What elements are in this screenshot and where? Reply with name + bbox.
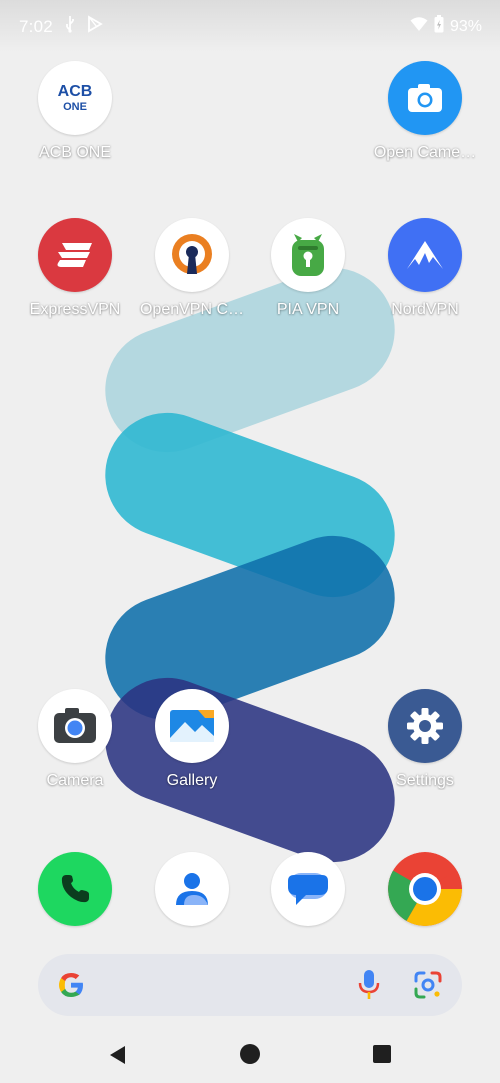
dock-phone[interactable] xyxy=(38,852,112,926)
chrome-icon xyxy=(388,852,462,926)
microphone-icon[interactable] xyxy=(356,968,382,1007)
phone-icon xyxy=(38,852,112,926)
dock-contacts[interactable] xyxy=(155,852,229,926)
app-open-camera[interactable]: Open Came… xyxy=(367,61,483,162)
contacts-icon xyxy=(155,852,229,926)
usb-icon xyxy=(63,15,77,38)
camera-icon xyxy=(38,689,112,763)
app-settings[interactable]: Settings xyxy=(367,689,483,790)
nordvpn-icon xyxy=(388,218,462,292)
acb-one-icon: ACB ONE xyxy=(38,61,112,135)
status-left: 7:02 xyxy=(19,15,103,38)
gallery-icon xyxy=(155,689,229,763)
dock-messages[interactable] xyxy=(271,852,345,926)
acb-one-logo-bottom: ONE xyxy=(63,100,87,113)
wifi-icon xyxy=(410,16,428,37)
google-g-icon xyxy=(56,970,86,1005)
app-pia-vpn[interactable]: PIA VPN xyxy=(250,218,366,319)
recents-button[interactable] xyxy=(373,1045,391,1068)
play-store-icon xyxy=(87,15,103,38)
app-label-acb-one: ACB ONE xyxy=(38,144,111,161)
app-label-pia-vpn: PIA VPN xyxy=(276,301,340,318)
open-camera-icon xyxy=(388,61,462,135)
app-acb-one[interactable]: ACB ONE ACB ONE xyxy=(17,61,133,162)
messages-icon xyxy=(271,852,345,926)
app-gallery[interactable]: Gallery xyxy=(134,689,250,790)
back-button[interactable] xyxy=(107,1044,127,1071)
google-lens-icon[interactable] xyxy=(412,969,444,1006)
app-openvpn[interactable]: OpenVPN C… xyxy=(134,218,250,319)
pia-vpn-icon xyxy=(271,218,345,292)
acb-one-logo-top: ACB xyxy=(57,82,93,100)
status-right: 93% xyxy=(410,15,482,38)
status-bar: 7:02 93% xyxy=(0,0,500,52)
app-label-expressvpn: ExpressVPN xyxy=(29,301,121,318)
settings-icon xyxy=(388,689,462,763)
battery-percent: 93% xyxy=(449,17,482,35)
google-search-bar[interactable] xyxy=(38,954,462,1016)
openvpn-icon xyxy=(155,218,229,292)
app-nordvpn[interactable]: NordVPN xyxy=(367,218,483,319)
status-time: 7:02 xyxy=(19,16,53,36)
app-camera[interactable]: Camera xyxy=(17,689,133,790)
app-label-camera: Camera xyxy=(46,772,104,789)
app-label-open-camera: Open Came… xyxy=(373,144,477,161)
app-expressvpn[interactable]: ExpressVPN xyxy=(17,218,133,319)
app-label-nordvpn: NordVPN xyxy=(391,301,459,318)
navigation-bar xyxy=(0,1030,500,1083)
dock-chrome[interactable] xyxy=(388,852,462,926)
expressvpn-icon xyxy=(38,218,112,292)
app-label-openvpn: OpenVPN C… xyxy=(139,301,245,318)
app-label-gallery: Gallery xyxy=(166,772,218,789)
app-label-settings: Settings xyxy=(396,772,454,789)
home-button[interactable] xyxy=(239,1043,261,1070)
battery-charging-icon xyxy=(434,15,444,38)
